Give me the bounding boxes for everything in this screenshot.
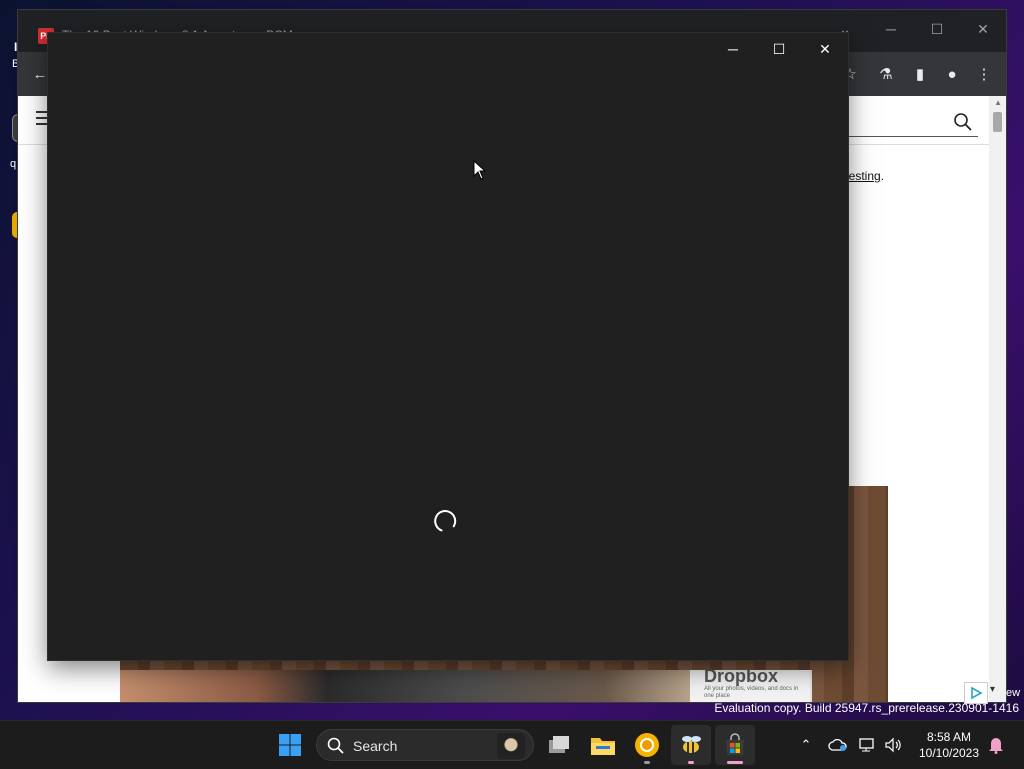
clock-date: 10/10/2023: [918, 746, 980, 760]
file-explorer-icon: [591, 738, 615, 755]
side-panel-icon[interactable]: ▮: [910, 64, 930, 84]
search-label: Search: [353, 738, 398, 754]
running-indicator: [688, 761, 694, 764]
task-view-button[interactable]: [539, 725, 579, 765]
close-icon[interactable]: ✕: [972, 18, 994, 40]
chrome-canary-icon: [635, 733, 659, 757]
ad-dropdown-icon[interactable]: ▾: [990, 684, 995, 695]
desktop-label: q: [10, 158, 17, 170]
desktop-label: I: [14, 40, 18, 54]
microsoft-store-button[interactable]: [715, 725, 755, 765]
chevron-up-icon[interactable]: ⌃: [796, 735, 816, 755]
taskbar-clock[interactable]: 8:58 AM 10/10/2023: [914, 729, 984, 761]
article-text-suffix: .: [880, 169, 885, 183]
bee-app-button[interactable]: [671, 725, 711, 765]
close-icon[interactable]: ✕: [802, 33, 848, 65]
ad-card-title: Dropbox: [704, 666, 778, 686]
running-indicator: [644, 761, 650, 764]
microsoft-store-icon: [726, 733, 744, 755]
start-button[interactable]: [270, 725, 310, 765]
clock-time: 8:58 AM: [926, 730, 972, 744]
profile-icon[interactable]: ●: [942, 64, 962, 84]
testing-link[interactable]: testing: [845, 169, 880, 183]
labs-flask-icon[interactable]: ⚗: [876, 64, 896, 84]
task-view-icon: [549, 736, 569, 753]
edge-text: ew: [1006, 687, 1021, 699]
chrome-canary-button[interactable]: [627, 725, 667, 765]
windows-start-icon: [279, 734, 301, 756]
taskbar: Search ⌃ 8:58 AM 10/10/2023: [0, 720, 1024, 769]
site-search-input[interactable]: [848, 136, 978, 137]
scroll-thumb[interactable]: [993, 112, 1002, 132]
maximize-icon[interactable]: ☐: [926, 18, 948, 40]
evaluation-watermark: Evaluation copy. Build 25947.rs_prerelea…: [714, 701, 1019, 715]
site-search-icon[interactable]: [953, 112, 973, 132]
ad-card-subtext: All your photos, videos, and docs in one…: [704, 686, 799, 699]
loading-spinner-icon: [434, 510, 457, 532]
volume-icon[interactable]: [884, 735, 904, 755]
minimize-icon[interactable]: ─: [710, 33, 756, 65]
onedrive-icon[interactable]: [828, 735, 848, 755]
page-scrollbar[interactable]: ▲: [989, 96, 1006, 702]
notification-bell-icon[interactable]: [986, 735, 1006, 755]
menu-dots-icon[interactable]: ⋮: [974, 64, 994, 84]
network-icon[interactable]: [858, 735, 878, 755]
bee-app-icon: [682, 736, 701, 753]
search-icon: [327, 737, 344, 754]
minimize-icon[interactable]: ─: [880, 18, 902, 40]
loading-app-window[interactable]: ─ ☐ ✕: [48, 33, 848, 660]
active-indicator: [727, 761, 743, 764]
taskbar-search-input[interactable]: Search: [316, 729, 534, 761]
scroll-up-icon[interactable]: ▲: [994, 98, 1002, 107]
back-arrow-icon[interactable]: ←: [30, 64, 50, 84]
mouse-cursor-icon: [473, 160, 487, 180]
search-highlight-image: [497, 733, 525, 759]
ad-card: Dropbox All your photos, videos, and doc…: [690, 666, 810, 702]
maximize-icon[interactable]: ☐: [756, 33, 802, 65]
file-explorer-button[interactable]: [583, 725, 623, 765]
